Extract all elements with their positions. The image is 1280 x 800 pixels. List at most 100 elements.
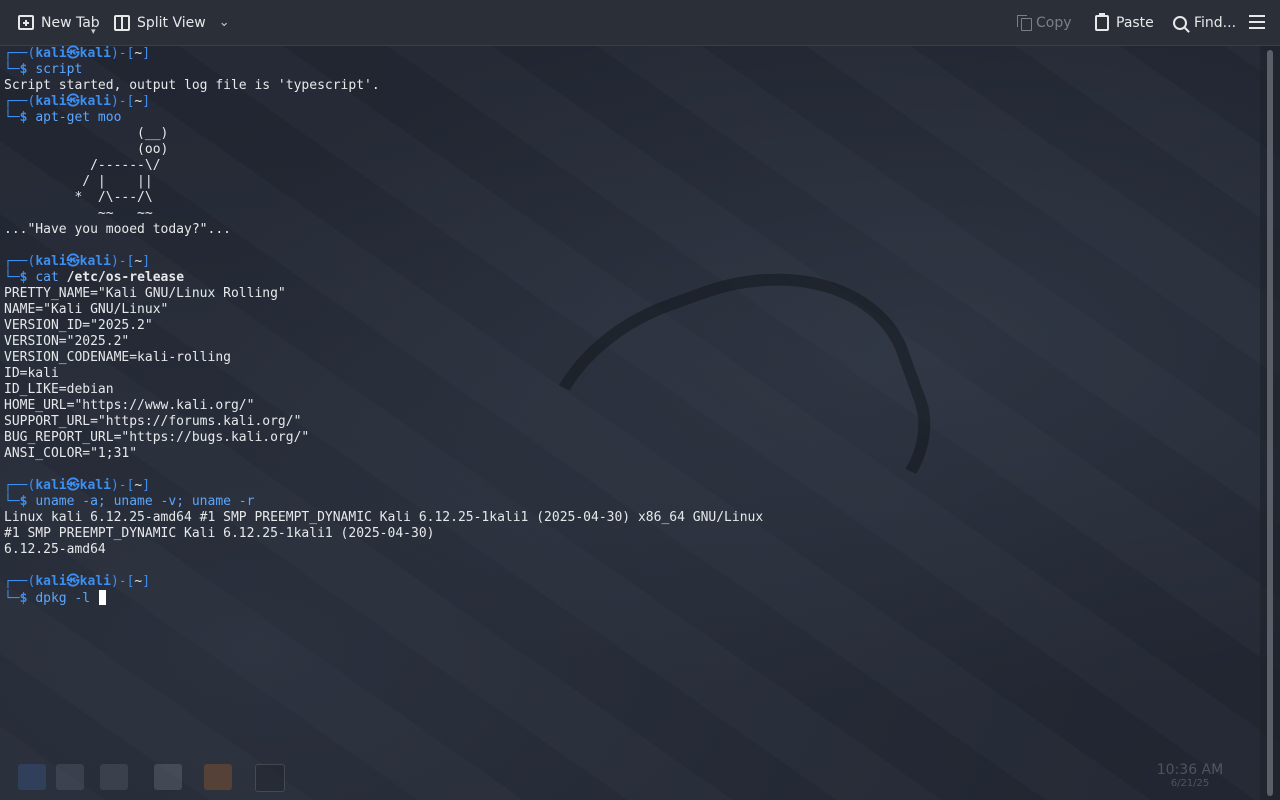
prompt-bracket: ]	[142, 478, 151, 493]
output-text: /------\/	[4, 158, 161, 173]
output-text: Linux kali 6.12.25-amd64 #1 SMP PREEMPT_…	[4, 510, 764, 525]
clock-time: 10:36 AM	[1156, 762, 1224, 778]
terminal-line: HOME_URL="https://www.kali.org/"	[4, 398, 1254, 414]
prompt-user-host: kali㉿kali	[35, 46, 111, 61]
prompt-symbol: $	[19, 591, 36, 606]
copy-icon	[1017, 15, 1032, 31]
output-text: VERSION_CODENAME=kali-rolling	[4, 350, 231, 365]
output-text: PRETTY_NAME="Kali GNU/Linux Rolling"	[4, 286, 286, 301]
output-text: HOME_URL="https://www.kali.org/"	[4, 398, 255, 413]
terminal-line: (__)	[4, 126, 1254, 142]
editor-icon[interactable]	[154, 764, 182, 790]
split-view-icon	[114, 14, 130, 31]
prompt-bracket: └─	[4, 270, 20, 285]
paste-icon	[1095, 12, 1109, 31]
output-text: SUPPORT_URL="https://forums.kali.org/"	[4, 414, 302, 429]
output-text: / | ||	[4, 174, 153, 189]
command-text: dpkg -l	[35, 591, 98, 606]
terminal-line: Script started, output log file is 'type…	[4, 78, 1254, 94]
prompt-user-host: kali㉿kali	[35, 478, 111, 493]
prompt-bracket: )-[	[110, 46, 135, 61]
output-text: ~~ ~~	[4, 206, 153, 221]
search-icon	[1173, 15, 1187, 30]
files-icon[interactable]	[100, 764, 128, 790]
terminal-line: VERSION_CODENAME=kali-rolling	[4, 350, 1254, 366]
new-tab-button[interactable]: New Tab	[18, 0, 100, 45]
hamburger-menu-icon[interactable]	[1249, 15, 1265, 29]
prompt-user-host: kali㉿kali	[35, 254, 111, 269]
prompt-symbol: $	[19, 494, 36, 509]
prompt-symbol: $	[19, 62, 36, 77]
firefox-icon[interactable]	[204, 764, 232, 790]
kali-menu-icon[interactable]	[18, 764, 46, 790]
prompt-bracket: ]	[142, 574, 151, 589]
output-text: #1 SMP PREEMPT_DYNAMIC Kali 6.12.25-1kal…	[4, 526, 435, 541]
clock[interactable]: 10:36 AM 6/21/25	[1150, 762, 1230, 789]
terminal-line: (oo)	[4, 142, 1254, 158]
find-button[interactable]: Find...	[1173, 0, 1236, 45]
output-text: ANSI_COLOR="1;31"	[4, 446, 138, 461]
terminal-line: ANSI_COLOR="1;31"	[4, 446, 1254, 462]
output-text: (__)	[4, 126, 169, 141]
paste-label: Paste	[1116, 14, 1154, 31]
terminal-line: └─$ script	[4, 62, 1254, 78]
terminal-line: ┌──(kali㉿kali)-[~]	[4, 574, 1254, 590]
terminal-line: / | ||	[4, 174, 1254, 190]
command-text: script	[35, 62, 83, 77]
text-cursor	[98, 590, 106, 605]
command-argument: /etc/os-release	[66, 270, 185, 285]
taskbar: 10:36 AM 6/21/25	[0, 756, 1258, 800]
output-text: VERSION_ID="2025.2"	[4, 318, 153, 333]
terminal-line: BUG_REPORT_URL="https://bugs.kali.org/"	[4, 430, 1254, 446]
prompt-user-host: kali㉿kali	[35, 94, 111, 109]
command-text: uname -a; uname -v; uname -r	[35, 494, 255, 509]
paste-button[interactable]: Paste	[1095, 0, 1154, 45]
prompt-bracket: ┌──(	[4, 94, 36, 109]
prompt-bracket: ]	[142, 254, 151, 269]
terminal-line: ID_LIKE=debian	[4, 382, 1254, 398]
terminal-line: └─$ dpkg -l	[4, 590, 1254, 606]
terminal-line: └─$ apt-get moo	[4, 110, 1254, 126]
terminal-line: PRETTY_NAME="Kali GNU/Linux Rolling"	[4, 286, 1254, 302]
terminal-line: ┌──(kali㉿kali)-[~]	[4, 46, 1254, 62]
split-view-button[interactable]: Split View ⌄	[114, 0, 230, 45]
output-text: ID_LIKE=debian	[4, 382, 114, 397]
terminal-line: 6.12.25-amd64	[4, 542, 1254, 558]
prompt-bracket: ]	[142, 46, 151, 61]
copy-button[interactable]: Copy	[1017, 0, 1072, 45]
terminal-line: ┌──(kali㉿kali)-[~]	[4, 94, 1254, 110]
prompt-bracket: )-[	[110, 254, 135, 269]
new-tab-dropdown-icon[interactable]: ▾	[91, 27, 96, 37]
command-text: cat	[35, 270, 67, 285]
prompt-bracket: └─	[4, 591, 20, 606]
prompt-symbol: $	[19, 270, 36, 285]
output-text: Script started, output log file is 'type…	[4, 78, 380, 93]
terminal-line: VERSION_ID="2025.2"	[4, 318, 1254, 334]
chevron-down-icon[interactable]: ⌄	[219, 15, 230, 30]
output-text: (oo)	[4, 142, 169, 157]
output-text: VERSION="2025.2"	[4, 334, 130, 349]
scrollbar-thumb[interactable]	[1267, 50, 1273, 796]
terminal-line: VERSION="2025.2"	[4, 334, 1254, 350]
clock-date: 6/21/25	[1170, 778, 1210, 789]
desktop-icon[interactable]	[56, 764, 84, 790]
prompt-bracket: ┌──(	[4, 46, 36, 61]
terminal-line: NAME="Kali GNU/Linux"	[4, 302, 1254, 318]
output-text: ID=kali	[4, 366, 59, 381]
terminal-icon[interactable]	[255, 764, 285, 792]
scrollbar[interactable]	[1260, 46, 1280, 800]
prompt-bracket: ┌──(	[4, 254, 36, 269]
prompt-bracket: └─	[4, 62, 20, 77]
find-label: Find...	[1194, 14, 1237, 31]
prompt-bracket: └─	[4, 110, 20, 125]
output-text: ..."Have you mooed today?"...	[4, 222, 231, 237]
output-text: BUG_REPORT_URL="https://bugs.kali.org/"	[4, 430, 310, 445]
prompt-bracket: )-[	[110, 94, 135, 109]
output-text: * /\---/\	[4, 190, 153, 205]
terminal-line: #1 SMP PREEMPT_DYNAMIC Kali 6.12.25-1kal…	[4, 526, 1254, 542]
terminal-output[interactable]: ┌──(kali㉿kali)-[~] └─$ script Script start…	[4, 46, 1254, 606]
terminal-line: ID=kali	[4, 366, 1254, 382]
command-text: apt-get moo	[35, 110, 122, 125]
